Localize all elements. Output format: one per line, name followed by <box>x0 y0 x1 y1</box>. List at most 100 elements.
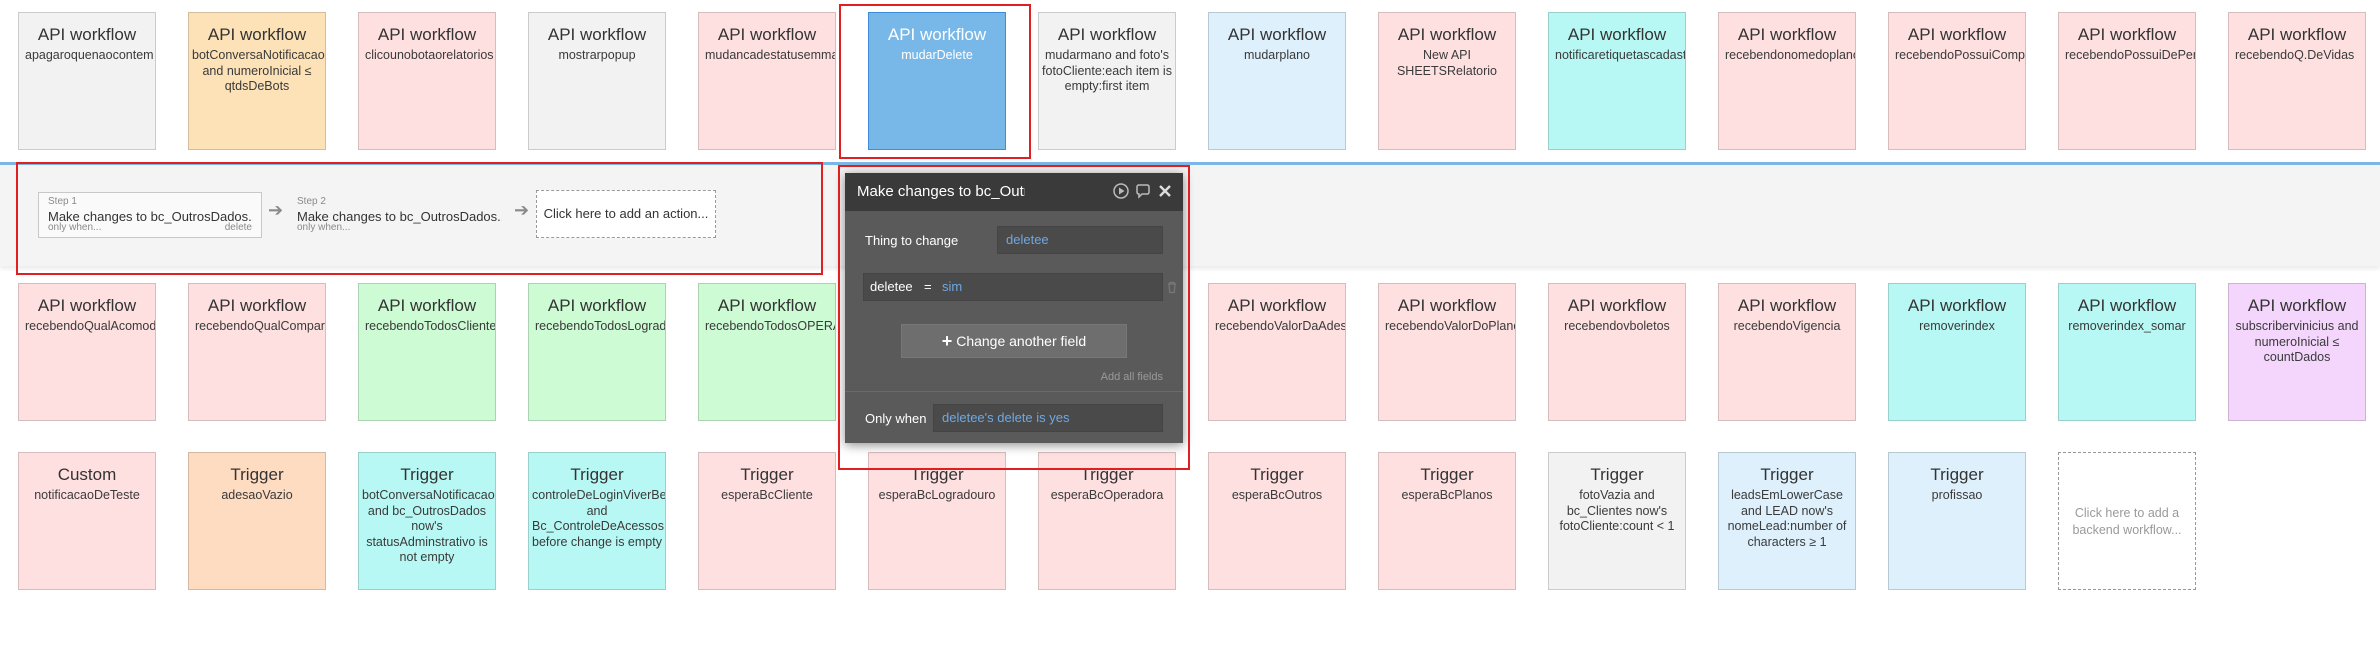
card-type: API workflow <box>1397 25 1497 44</box>
card-name: botConversaNotificacao and bc_OutrosDado… <box>362 488 495 564</box>
card-name: subscribervinicius and numeroInicial ≤ c… <box>2235 319 2359 364</box>
only-when-condition-field[interactable]: deletee's delete is yes <box>933 404 1163 432</box>
field-value[interactable]: sim <box>942 274 962 300</box>
play-icon[interactable] <box>1113 183 1129 199</box>
trash-icon[interactable] <box>1165 280 1179 294</box>
workflow-card-recebendopossuicompr[interactable]: API workflow recebendoPossuiCompr <box>1888 12 2026 150</box>
thing-to-change-dropdown[interactable]: deletee <box>997 226 1163 254</box>
step-2[interactable]: Step 2 Make changes to bc_OutrosDados...… <box>287 192 511 238</box>
workflow-card-removerindex[interactable]: API workflow removerindex <box>1888 283 2026 421</box>
add-action-button[interactable]: Click here to add an action... <box>536 190 716 238</box>
card-name: recebendonomedoplano <box>1725 48 1855 62</box>
card-type: API workflow <box>2247 25 2347 44</box>
card-type: API workflow <box>377 25 477 44</box>
card-type: Trigger <box>1420 465 1474 484</box>
step-condition: only when... <box>297 222 351 233</box>
workflow-card-recebendopossuidepen[interactable]: API workflow recebendoPossuiDePen <box>2058 12 2196 150</box>
workflow-card-mudardelete[interactable]: API workflow mudarDelete <box>868 12 1006 150</box>
add-backend-workflow-label: Click here to add a backend workflow... <box>2072 506 2182 537</box>
trigger-card-leadsemlowercase[interactable]: Trigger leadsEmLowerCase and LEAD now's n… <box>1718 452 1856 590</box>
comment-icon[interactable] <box>1135 183 1151 199</box>
card-name: esperaBcPlanos <box>1401 488 1493 502</box>
card-type: API workflow <box>1057 25 1157 44</box>
card-type: API workflow <box>1737 25 1837 44</box>
workflow-card-subscribervinicius[interactable]: API workflow subscribervinicius and numer… <box>2228 283 2366 421</box>
card-type: API workflow <box>1567 25 1667 44</box>
card-name: esperaBcOutros <box>1231 488 1323 502</box>
workflow-card-recebendovboletos[interactable]: API workflow recebendovboletos <box>1548 283 1686 421</box>
close-icon[interactable] <box>1157 183 1173 199</box>
workflow-card-apagaroquenaocontem[interactable]: API workflow apagaroquenaocontem <box>18 12 156 150</box>
card-type: API workflow <box>1227 296 1327 315</box>
workflow-card-recebendovigencia[interactable]: API workflow recebendoVigencia <box>1718 283 1856 421</box>
card-type: Trigger <box>1250 465 1304 484</box>
card-name: notificaretiquetascadast <box>1555 48 1685 62</box>
workflow-card-recebendoq-devidas[interactable]: API workflow recebendoQ.DeVidas <box>2228 12 2366 150</box>
workflow-card-recebendovalordoplano[interactable]: API workflow recebendoValorDoPlano <box>1378 283 1516 421</box>
workflow-card-recebendovalordaades[interactable]: API workflow recebendoValorDaAdes <box>1208 283 1346 421</box>
workflow-card-recebendotodosopera[interactable]: API workflow recebendoTodosOPERA <box>698 283 836 421</box>
card-name: esperaBcCliente <box>721 488 813 502</box>
workflow-card-mudarmano[interactable]: API workflow mudarmano and foto's fotoCli… <box>1038 12 1176 150</box>
card-name: clicounobotaorelatorios <box>365 48 494 62</box>
workflow-card-notificaretiquetascadast[interactable]: API workflow notificaretiquetascadast <box>1548 12 1686 150</box>
add-all-fields-link[interactable]: Add all fields <box>1101 371 1163 383</box>
card-name: recebendoTodosLograd <box>535 319 665 333</box>
trigger-card-adesaovazio[interactable]: Trigger adesaoVazio <box>188 452 326 590</box>
workflow-card-recebendoqualcompart[interactable]: API workflow recebendoQualCompart <box>188 283 326 421</box>
workflow-card-recebendotodoscliente[interactable]: API workflow recebendoTodosCliente <box>358 283 496 421</box>
card-name: esperaBcLogradouro <box>878 488 996 502</box>
property-editor-title: Make changes to bc_OutrosDados <box>857 183 1025 200</box>
card-name: removerindex_somar <box>2068 319 2186 333</box>
add-backend-workflow-button[interactable]: Click here to add a backend workflow... <box>2058 452 2196 590</box>
workflow-card-recebendotodoslograd[interactable]: API workflow recebendoTodosLograd <box>528 283 666 421</box>
plus-icon: + <box>941 331 953 351</box>
card-type: Trigger <box>1080 465 1134 484</box>
card-name: recebendoVigencia <box>1733 319 1841 333</box>
workflow-card-botconversanotificacao[interactable]: API workflow botConversaNotificacao and n… <box>188 12 326 150</box>
trigger-card-esperabcplanos[interactable]: Trigger esperaBcPlanos <box>1378 452 1516 590</box>
workflow-card-recebendonomedoplano[interactable]: API workflow recebendonomedoplano <box>1718 12 1856 150</box>
trigger-card-controledeloginviverbem[interactable]: Trigger controleDeLoginViverBem and Bc_Co… <box>528 452 666 590</box>
workflow-card-mudancadestatusemma[interactable]: API workflow mudancadestatusemma <box>698 12 836 150</box>
card-name: recebendoQualCompart <box>195 319 325 333</box>
field-assignment-row[interactable]: deletee = sim <box>863 273 1163 301</box>
card-name: apagaroquenaocontem <box>25 48 154 62</box>
step-delete-link[interactable]: delete <box>225 222 252 233</box>
field-equals-sign: = <box>924 279 932 294</box>
card-name: mudarplano <box>1243 48 1310 62</box>
step-1[interactable]: Step 1 Make changes to bc_OutrosDados...… <box>38 192 262 238</box>
field-name: deletee <box>870 279 913 294</box>
card-name: mudarmano and foto's fotoCliente:each it… <box>1042 48 1172 93</box>
card-type: API workflow <box>717 25 817 44</box>
card-type: API workflow <box>1737 296 1837 315</box>
trigger-card-profissao[interactable]: Trigger profissao <box>1888 452 2026 590</box>
card-type: API workflow <box>37 296 137 315</box>
trigger-card-fotovazia[interactable]: Trigger fotoVazia and bc_Clientes now's f… <box>1548 452 1686 590</box>
card-name: recebendoTodosOPERA <box>705 319 835 333</box>
arrow-right-icon: ➔ <box>268 200 284 220</box>
step-condition: only when... <box>48 222 102 233</box>
workflow-card-clicounobotaorelatorios[interactable]: API workflow clicounobotaorelatorios <box>358 12 496 150</box>
trigger-card-botconversanotificacao[interactable]: Trigger botConversaNotificacao and bc_Out… <box>358 452 496 590</box>
card-name: profissao <box>1931 488 1983 502</box>
workflow-card-new-api-sheetsrelatorio[interactable]: API workflow New API SHEETSRelatorio <box>1378 12 1516 150</box>
card-type: API workflow <box>547 296 647 315</box>
workflow-card-notificacaodeteste[interactable]: Custom notificacaoDeTeste <box>18 452 156 590</box>
only-when-label: Only when <box>865 411 927 426</box>
card-name: New API SHEETSRelatorio <box>1396 48 1498 78</box>
change-another-field-button[interactable]: + Change another field <box>901 324 1127 358</box>
card-name: recebendoValorDaAdes <box>1215 319 1345 333</box>
trigger-card-esperabclogradouro[interactable]: Trigger esperaBcLogradouro <box>868 452 1006 590</box>
card-name: controleDeLoginViverBem and Bc_ControleD… <box>532 488 666 549</box>
workflow-card-recebendoqualacomod[interactable]: API workflow recebendoQualAcomod <box>18 283 156 421</box>
trigger-card-esperabccliente[interactable]: Trigger esperaBcCliente <box>698 452 836 590</box>
workflow-card-removerindex-somar[interactable]: API workflow removerindex_somar <box>2058 283 2196 421</box>
workflow-card-mudarplano[interactable]: API workflow mudarplano <box>1208 12 1346 150</box>
trigger-card-esperabcoperadora[interactable]: Trigger esperaBcOperadora <box>1038 452 1176 590</box>
property-editor: Make changes to bc_OutrosDados Thing to … <box>845 173 1183 443</box>
trigger-card-esperabcoutros[interactable]: Trigger esperaBcOutros <box>1208 452 1346 590</box>
card-name: recebendovboletos <box>1564 319 1670 333</box>
card-name: esperaBcOperadora <box>1050 488 1164 502</box>
workflow-card-mostrarpopup[interactable]: API workflow mostrarpopup <box>528 12 666 150</box>
